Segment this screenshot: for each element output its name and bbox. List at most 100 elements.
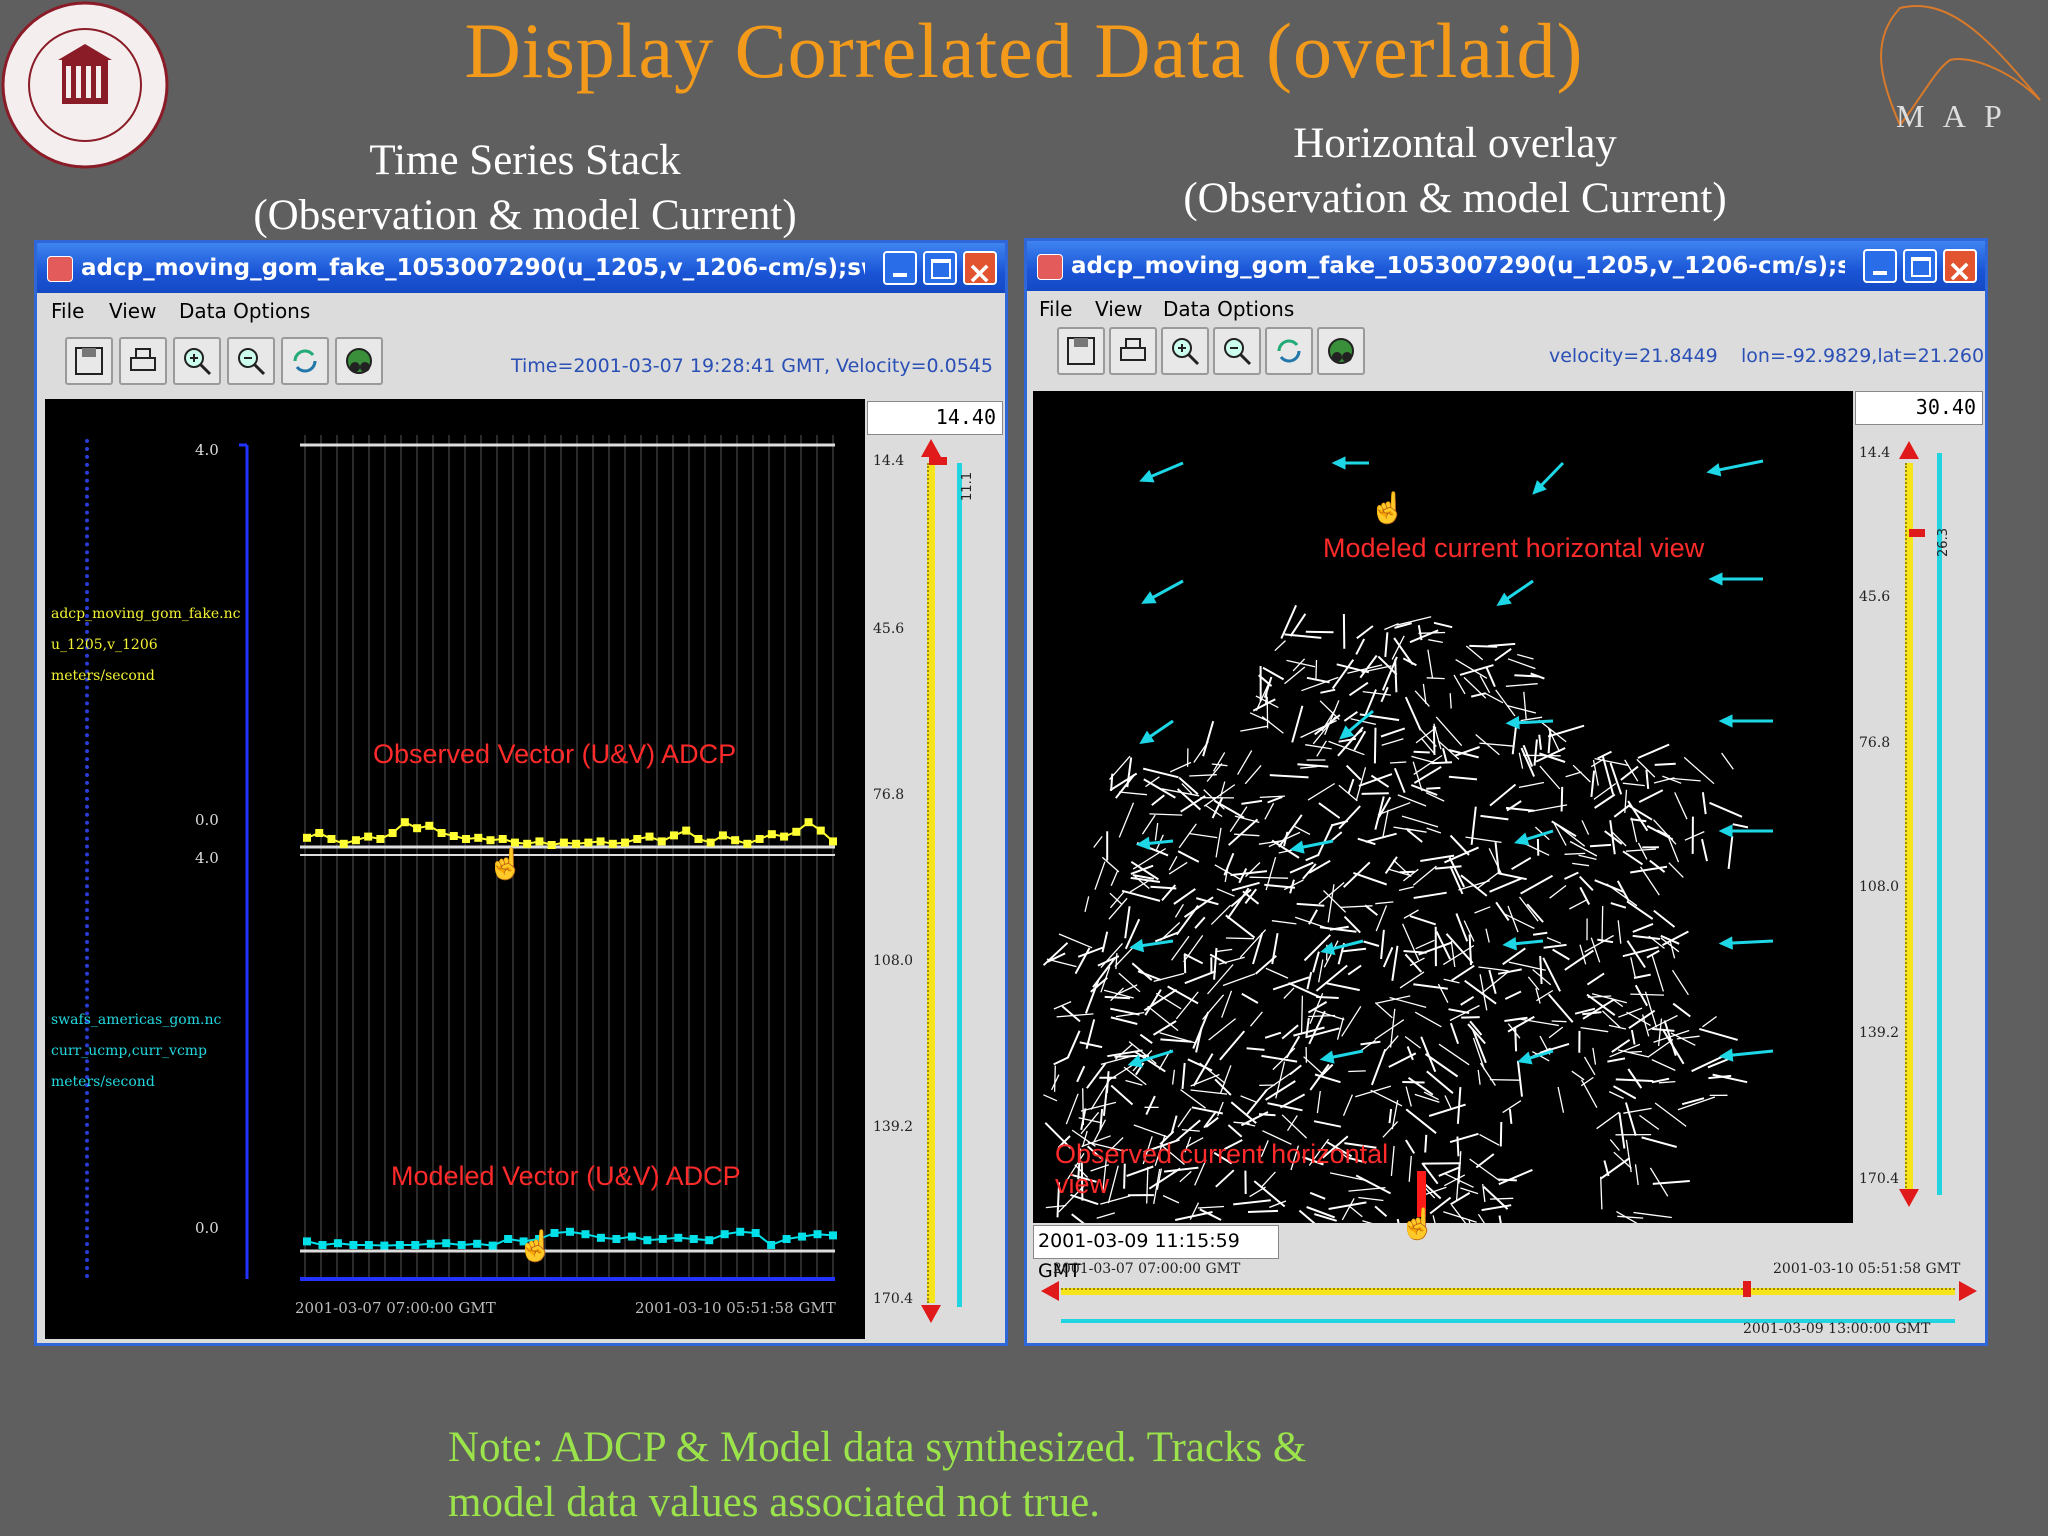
current-vector (1580, 1026, 1609, 1033)
current-vector (1348, 1205, 1363, 1218)
current-vector (1389, 761, 1407, 764)
depth-up-arrow-icon[interactable] (1899, 441, 1919, 459)
depth-slider[interactable]: 26.3 14.4 45.6 76.8 108.0 139.2 170.4 (1855, 441, 1983, 1209)
save-button[interactable] (65, 337, 113, 385)
globe-button[interactable] (335, 337, 383, 385)
menu-file[interactable]: File (51, 299, 84, 323)
current-vector (1630, 1029, 1636, 1045)
current-vector (1238, 868, 1248, 884)
position-readout: lon=-92.9829,lat=21.2609 (1741, 345, 1988, 367)
current-vector (1261, 1054, 1298, 1063)
current-vector (1234, 833, 1260, 837)
menu-view[interactable]: View (1095, 297, 1142, 321)
current-vector (1110, 870, 1119, 887)
depth-marker[interactable] (1909, 529, 1925, 537)
current-vector (1609, 1139, 1620, 1151)
current-vector (1361, 792, 1389, 795)
zoom-in-button[interactable] (173, 337, 221, 385)
current-vector (1143, 778, 1176, 799)
current-vector (1356, 625, 1374, 640)
menu-data-options[interactable]: Data Options (179, 299, 310, 323)
current-vector (1632, 922, 1654, 933)
menu-data-options[interactable]: Data Options (1163, 297, 1294, 321)
current-vector (1353, 871, 1388, 886)
depth-slider[interactable]: 11.1 14.4 45.6 76.8 108.0 139.2 170.4 (867, 439, 1003, 1323)
modeled-annotation: Modeled current horizontal view (1323, 533, 1705, 563)
depth-tick: 139.2 (873, 1119, 914, 1135)
depth-field[interactable]: 14.40 (867, 401, 1003, 435)
zoom-out-button[interactable] (227, 337, 275, 385)
time-left-arrow-icon[interactable] (1041, 1281, 1059, 1301)
depth-field[interactable]: 30.40 (1855, 391, 1983, 425)
right-title-bar[interactable]: adcp_moving_gom_fake_1053007290(u_1205,v… (1027, 241, 1985, 291)
time-series-plot[interactable]: 4.0 0.0 4.0 0.0 adcp_moving_gom_fake.nc … (45, 399, 865, 1339)
modeled-current-arrow (1135, 836, 1174, 851)
refresh-button[interactable] (1265, 327, 1313, 375)
save-button[interactable] (1057, 327, 1105, 375)
observed-point (486, 836, 495, 845)
menu-view[interactable]: View (109, 299, 156, 323)
modeled-annotation: Modeled Vector (U&V) ADCP (391, 1161, 741, 1191)
current-vector (1331, 659, 1355, 690)
depth-up-arrow-icon[interactable] (921, 439, 941, 457)
minimize-button[interactable] (883, 251, 917, 285)
left-axis-ticks (85, 439, 95, 1279)
left-title-bar[interactable]: adcp_moving_gom_fake_1053007290(u_1205,v… (37, 243, 1005, 293)
observed-point (449, 832, 458, 840)
current-vector (1461, 1016, 1480, 1019)
print-button[interactable] (1109, 327, 1157, 375)
globe-button[interactable] (1317, 327, 1365, 375)
refresh-button[interactable] (281, 337, 329, 385)
depth-down-arrow-icon[interactable] (921, 1305, 941, 1323)
minimize-button[interactable] (1863, 249, 1897, 283)
zoom-in-button[interactable] (1161, 327, 1209, 375)
menu-file[interactable]: File (1039, 297, 1072, 321)
current-vector (1296, 902, 1325, 907)
observed-point (755, 835, 764, 843)
current-vector (1732, 823, 1749, 829)
current-vector (1624, 1102, 1637, 1136)
current-vector (1043, 1094, 1058, 1102)
maximize-button[interactable] (923, 251, 957, 285)
time-right-arrow-icon[interactable] (1959, 1281, 1977, 1301)
current-vector (1375, 901, 1394, 905)
current-vector (1396, 616, 1432, 626)
top-max-label: 4.0 (195, 441, 219, 459)
current-vector (1471, 1028, 1487, 1064)
current-vector (1538, 719, 1567, 743)
current-vector (1615, 1078, 1654, 1083)
refresh-icon (293, 349, 317, 373)
current-vector (1625, 848, 1657, 852)
observed-point (351, 836, 360, 845)
observed-point (425, 821, 434, 830)
print-button[interactable] (119, 337, 167, 385)
depth-down-arrow-icon[interactable] (1899, 1189, 1919, 1207)
current-vector (1518, 781, 1545, 789)
current-vector (1672, 777, 1701, 782)
current-vector (1490, 1197, 1514, 1200)
current-vector (1364, 904, 1379, 916)
current-vector (1274, 640, 1286, 652)
observed-point (376, 835, 385, 843)
current-vector (1460, 995, 1475, 1006)
maximize-button[interactable] (1903, 249, 1937, 283)
observed-point (413, 824, 422, 833)
current-vector (1578, 854, 1597, 861)
current-vector (1362, 1220, 1373, 1223)
close-button[interactable]: × (963, 251, 997, 291)
current-vector (1582, 1011, 1602, 1016)
current-vector (1438, 1043, 1470, 1066)
zoom-out-button[interactable] (1213, 327, 1261, 375)
current-vector (1077, 946, 1104, 958)
time-marker[interactable] (1743, 1281, 1751, 1297)
current-vector (1382, 1121, 1399, 1138)
globe-icon (346, 348, 372, 374)
right-caption: Horizontal overlay (Observation & model … (1130, 116, 1780, 226)
observed-annotation: Observed current horizontal view (1055, 1139, 1389, 1199)
current-vector (1426, 786, 1441, 790)
horizontal-map[interactable]: Modeled current horizontal view Observed… (1033, 391, 1853, 1223)
current-time-field[interactable]: 2001-03-09 11:15:59 GMT (1033, 1225, 1279, 1282)
close-button[interactable]: × (1943, 249, 1977, 289)
current-vector (1323, 890, 1347, 913)
depth-marker[interactable] (929, 457, 947, 465)
